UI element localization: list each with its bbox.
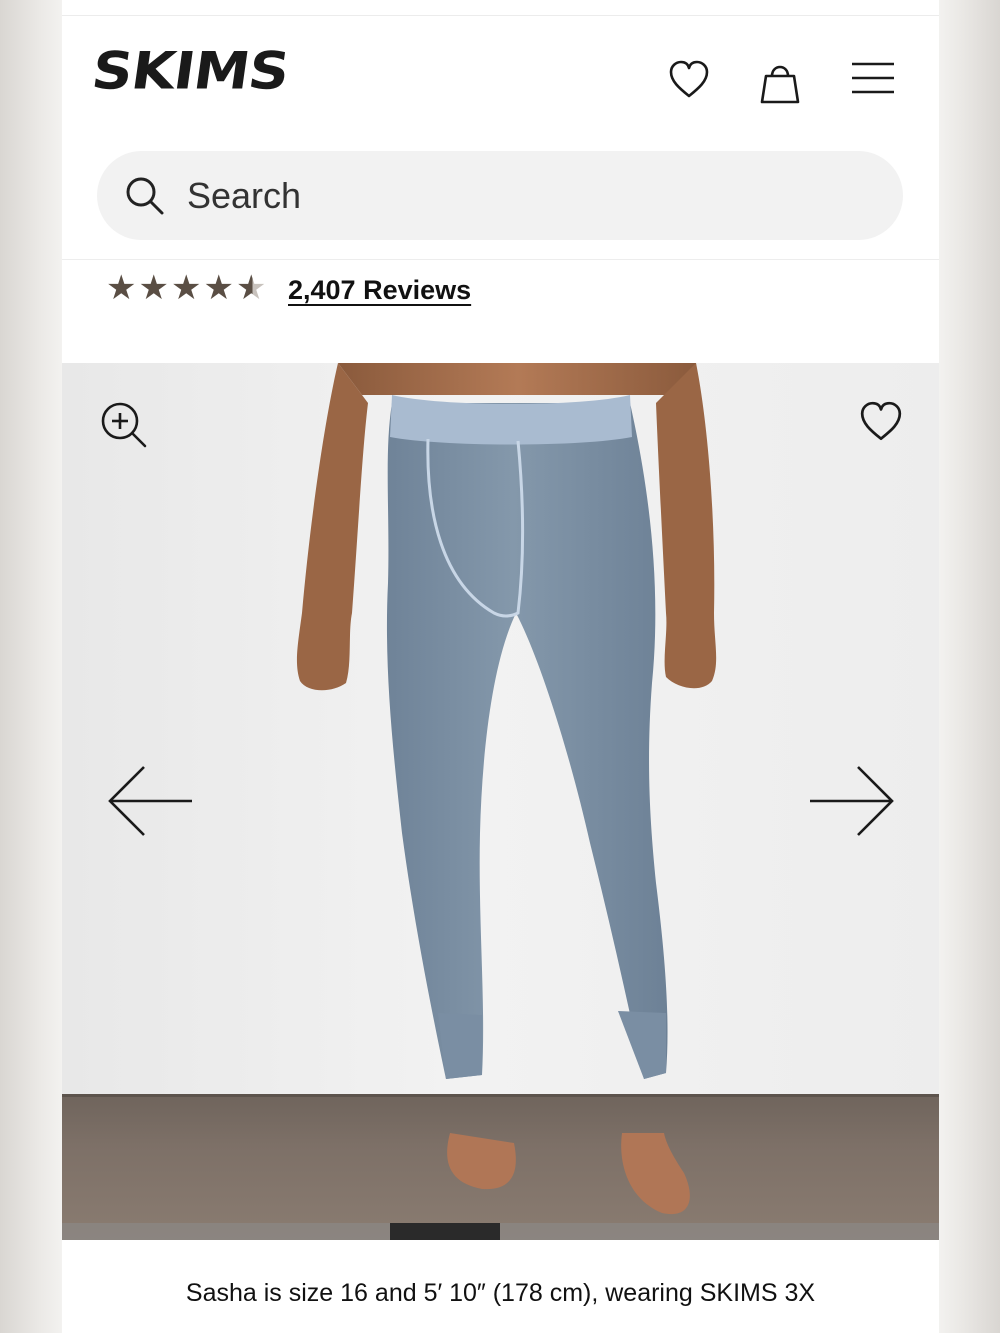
gallery-progress-indicator xyxy=(390,1223,500,1240)
header-divider xyxy=(62,259,939,260)
product-image-gallery[interactable] xyxy=(62,363,939,1240)
search-bar[interactable]: Search xyxy=(97,151,903,240)
gallery-progress-track xyxy=(62,1223,939,1240)
star-icon: ★ xyxy=(106,269,137,307)
star-icon: ★ xyxy=(138,269,169,307)
heart-icon[interactable] xyxy=(667,58,711,102)
star-icon: ★ xyxy=(203,269,234,307)
hamburger-menu-icon[interactable] xyxy=(851,60,895,96)
half-star-icon: ★ xyxy=(235,269,267,307)
reviews-link[interactable]: 2,407 Reviews xyxy=(288,274,471,306)
product-page: SKIMS Search ★ ★ ★ ★ ★ 2,407 Reviews Sas… xyxy=(62,0,939,1333)
heart-icon[interactable] xyxy=(858,399,904,445)
model-size-caption: Sasha is size 16 and 5′ 10″ (178 cm), we… xyxy=(185,1279,816,1307)
zoom-in-icon[interactable] xyxy=(100,401,150,451)
star-icon: ★ xyxy=(170,269,202,307)
search-input[interactable]: Search xyxy=(187,176,301,216)
search-icon xyxy=(126,177,164,215)
brand-logo[interactable]: SKIMS xyxy=(88,41,292,101)
arrow-right-icon[interactable] xyxy=(806,763,896,839)
star-rating: ★ ★ ★ ★ ★ xyxy=(106,268,266,308)
arrow-left-icon[interactable] xyxy=(106,763,196,839)
top-divider xyxy=(62,15,939,16)
shopping-bag-icon[interactable] xyxy=(758,58,802,106)
